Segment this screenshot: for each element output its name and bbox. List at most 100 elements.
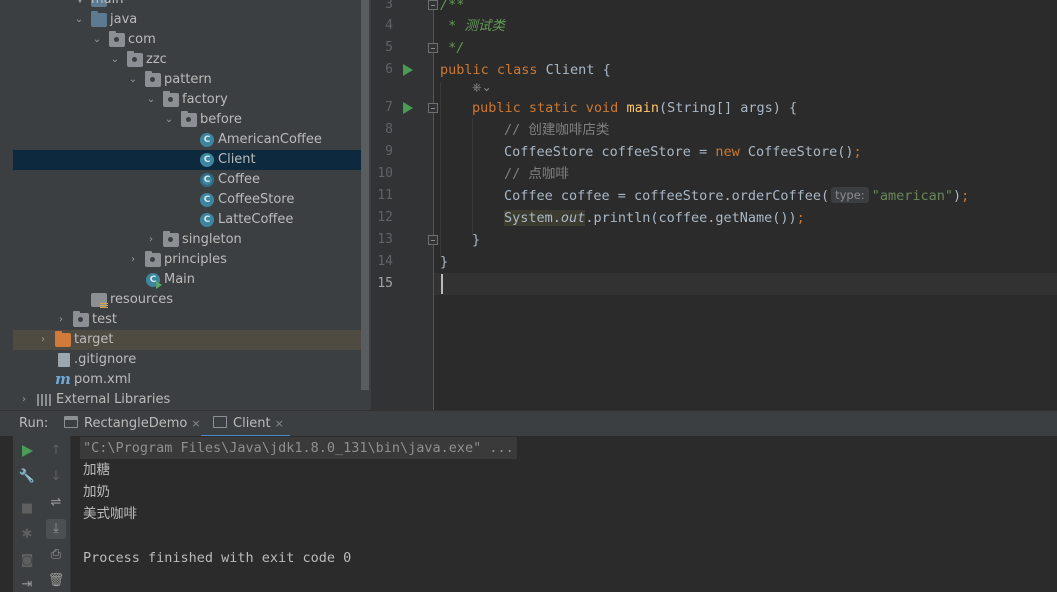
fold-icon[interactable] xyxy=(428,235,438,245)
line-number-current: 15 xyxy=(377,276,393,291)
arrow-down-icon[interactable]: ↓ xyxy=(46,467,66,487)
chevron-down-icon[interactable]: ▼ xyxy=(74,0,86,10)
tree-item-singleton[interactable]: › singleton xyxy=(0,230,369,250)
class-icon: C xyxy=(200,133,214,147)
parameter-hint: type: xyxy=(831,187,869,203)
tree-item-com[interactable]: ⌄ com xyxy=(0,30,369,50)
tree-item-factory[interactable]: ⌄ factory xyxy=(0,90,369,110)
keyword: public class xyxy=(440,62,538,78)
run-config-icon xyxy=(64,416,78,428)
class-name: Client { xyxy=(537,62,611,78)
code-author-icon[interactable]: ⎈⌄ xyxy=(472,80,492,95)
chevron-down-icon[interactable]: ⌄ xyxy=(91,30,103,50)
debug-icon[interactable]: ✱ xyxy=(17,525,37,545)
close-icon[interactable]: × xyxy=(275,417,284,430)
main-class-icon: C xyxy=(146,273,162,289)
class-icon: C xyxy=(200,193,214,207)
scroll-to-end-icon[interactable]: ⤓ xyxy=(46,519,66,539)
code-text: . xyxy=(552,210,561,226)
package-icon xyxy=(145,251,161,267)
tree-item-resources[interactable]: resources xyxy=(0,290,369,310)
run-tab-rectangledemo[interactable]: RectangleDemo × xyxy=(64,411,201,437)
tree-item-pom[interactable]: m pom.xml xyxy=(0,370,369,390)
line-number: 5 xyxy=(385,40,393,55)
package-icon xyxy=(127,51,143,67)
static-field: out xyxy=(560,210,586,226)
code-line-3: /** xyxy=(440,0,465,13)
tree-item-label: .gitignore xyxy=(74,352,137,367)
arrow-up-icon[interactable]: ↑ xyxy=(46,441,66,461)
project-tree[interactable]: ▼ main ⌄ java ⌄ com ⌄ zzc ⌄ pattern ⌄ fa… xyxy=(0,0,371,410)
chevron-right-icon[interactable]: › xyxy=(127,250,139,270)
trash-icon[interactable]: 🗑 xyxy=(46,571,66,591)
tree-item-label: before xyxy=(200,112,242,127)
soft-wrap-icon[interactable]: ⇌ xyxy=(46,493,66,513)
tree-item-label: java xyxy=(110,12,138,27)
tree-item-zzc[interactable]: ⌄ zzc xyxy=(0,50,369,70)
run-toolbar-secondary: ↑ ↓ ⇌ ⤓ ⎙ 🗑 xyxy=(41,436,71,592)
tree-scrollbar[interactable] xyxy=(361,0,369,390)
semicolon: ; xyxy=(796,210,805,226)
run-tab-client[interactable]: Client × xyxy=(201,411,290,438)
tree-item-label: resources xyxy=(110,292,174,307)
chevron-right-icon[interactable]: › xyxy=(55,310,67,330)
print-icon[interactable]: ⎙ xyxy=(46,545,66,565)
console-line: 美式咖啡 xyxy=(83,506,137,522)
class-icon: C xyxy=(200,153,214,167)
line-number: 10 xyxy=(377,166,393,181)
chevron-right-icon[interactable]: › xyxy=(37,330,49,350)
chevron-down-icon[interactable]: ⌄ xyxy=(145,90,157,110)
code-text: CoffeeStore() xyxy=(739,144,854,160)
run-main-icon[interactable] xyxy=(403,102,413,114)
folder-icon xyxy=(73,311,89,327)
run-class-icon[interactable] xyxy=(403,64,413,76)
semicolon: ; xyxy=(961,188,970,204)
tree-item-principles[interactable]: › principles xyxy=(0,250,369,270)
tree-item-label: main xyxy=(91,0,123,10)
tree-item-main[interactable]: ▼ main xyxy=(0,0,369,10)
tab-label: RectangleDemo xyxy=(84,416,188,431)
code-line-8: // 创建咖啡店类 xyxy=(504,122,610,138)
tree-item-coffee[interactable]: C Coffee xyxy=(0,170,369,190)
camera-icon[interactable]: ◙ xyxy=(17,551,37,571)
code-text: CoffeeStore coffeeStore = xyxy=(504,144,716,160)
tree-item-label: CoffeeStore xyxy=(218,192,295,207)
chevron-down-icon[interactable]: ⌄ xyxy=(73,10,85,30)
tree-item-java[interactable]: ⌄ java xyxy=(0,10,369,30)
wrench-icon[interactable]: 🔧 xyxy=(17,467,37,487)
line-number: 9 xyxy=(385,144,393,159)
tree-item-coffeestore[interactable]: C CoffeeStore xyxy=(0,190,369,210)
tree-item-pattern[interactable]: ⌄ pattern xyxy=(0,70,369,90)
fold-icon[interactable] xyxy=(428,0,438,10)
chevron-down-icon[interactable]: ⌄ xyxy=(127,70,139,90)
fold-icon[interactable] xyxy=(428,103,438,113)
tree-item-target[interactable]: › target xyxy=(13,330,369,350)
tree-item-client[interactable]: C Client xyxy=(13,150,369,170)
tree-item-lattecoffee[interactable]: C LatteCoffee xyxy=(0,210,369,230)
rerun-button[interactable] xyxy=(17,441,37,461)
tree-item-external-libraries[interactable]: › External Libraries xyxy=(0,390,369,410)
tree-item-label: singleton xyxy=(182,232,242,247)
line-number: 6 xyxy=(385,62,393,77)
exit-icon[interactable]: ⇥ xyxy=(17,575,37,592)
line-number: 7 xyxy=(385,100,393,115)
code-line-4: * 测试类 xyxy=(440,18,505,34)
chevron-right-icon[interactable]: › xyxy=(145,230,157,250)
tree-item-test[interactable]: › test xyxy=(0,310,369,330)
tree-item-americancoffee[interactable]: C AmericanCoffee xyxy=(0,130,369,150)
method-name: main xyxy=(626,100,659,116)
tree-item-main-class[interactable]: C Main xyxy=(0,270,369,290)
code-line-14: } xyxy=(440,254,449,270)
chevron-down-icon[interactable]: ⌄ xyxy=(109,50,121,70)
stop-button[interactable]: ■ xyxy=(17,499,37,519)
chevron-right-icon[interactable]: › xyxy=(18,390,30,410)
method-params: (String[] args) { xyxy=(658,100,798,116)
keyword: new xyxy=(715,144,740,160)
fold-icon[interactable] xyxy=(428,43,438,53)
play-icon xyxy=(22,445,33,457)
chevron-down-icon[interactable]: ⌄ xyxy=(163,110,175,130)
code-line-9: CoffeeStore coffeeStore = new CoffeeStor… xyxy=(504,141,862,163)
close-icon[interactable]: × xyxy=(191,417,200,430)
tree-item-gitignore[interactable]: .gitignore xyxy=(0,350,369,370)
tree-item-before[interactable]: ⌄ before xyxy=(0,110,369,130)
